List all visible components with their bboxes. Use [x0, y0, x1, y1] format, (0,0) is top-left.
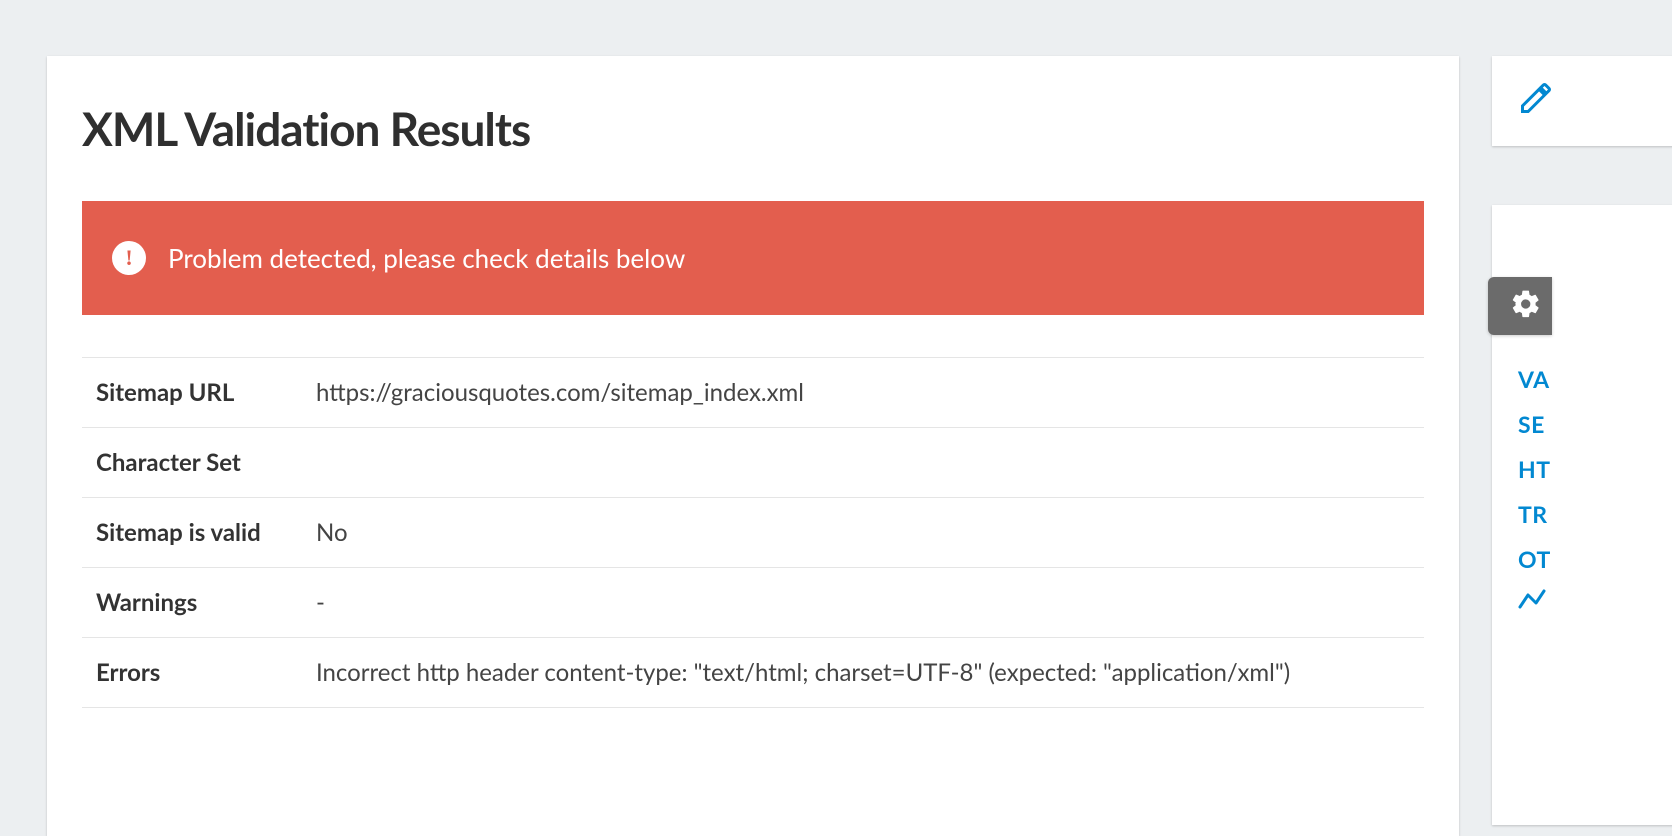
sidebar-bottom-card: VA SE HT TR OT	[1492, 205, 1672, 825]
alert-message: Problem detected, please check details b…	[168, 242, 685, 274]
gear-icon	[1510, 288, 1542, 324]
sidebar-link[interactable]: TR	[1518, 500, 1551, 528]
table-row: Warnings-	[82, 568, 1424, 638]
sidebar-link[interactable]: SE	[1518, 410, 1551, 438]
row-label: Sitemap is valid	[82, 498, 302, 568]
chart-line-icon	[1518, 589, 1546, 611]
sidebar-top-card	[1492, 56, 1672, 146]
row-value: No	[302, 498, 1424, 568]
exclamation-icon: !	[112, 241, 146, 275]
row-value: Incorrect http header content-type: "tex…	[302, 638, 1424, 708]
sidebar-links: VA SE HT TR OT	[1518, 365, 1551, 573]
row-value	[302, 428, 1424, 498]
row-label: Character Set	[82, 428, 302, 498]
page-title: XML Validation Results	[82, 101, 1424, 156]
table-row: Character Set	[82, 428, 1424, 498]
error-alert: ! Problem detected, please check details…	[82, 201, 1424, 315]
results-table: Sitemap URLhttps://graciousquotes.com/si…	[82, 357, 1424, 708]
table-row: Sitemap is validNo	[82, 498, 1424, 568]
table-row: ErrorsIncorrect http header content-type…	[82, 638, 1424, 708]
results-card: XML Validation Results ! Problem detecte…	[47, 56, 1459, 836]
sidebar-link[interactable]: VA	[1518, 365, 1551, 393]
row-label: Warnings	[82, 568, 302, 638]
row-value: https://graciousquotes.com/sitemap_index…	[302, 358, 1424, 428]
edit-icon[interactable]	[1518, 101, 1554, 120]
sidebar-link[interactable]: HT	[1518, 455, 1551, 483]
row-value: -	[302, 568, 1424, 638]
settings-tab[interactable]	[1488, 277, 1552, 335]
row-label: Errors	[82, 638, 302, 708]
row-label: Sitemap URL	[82, 358, 302, 428]
sidebar-link[interactable]: OT	[1518, 545, 1551, 573]
table-row: Sitemap URLhttps://graciousquotes.com/si…	[82, 358, 1424, 428]
